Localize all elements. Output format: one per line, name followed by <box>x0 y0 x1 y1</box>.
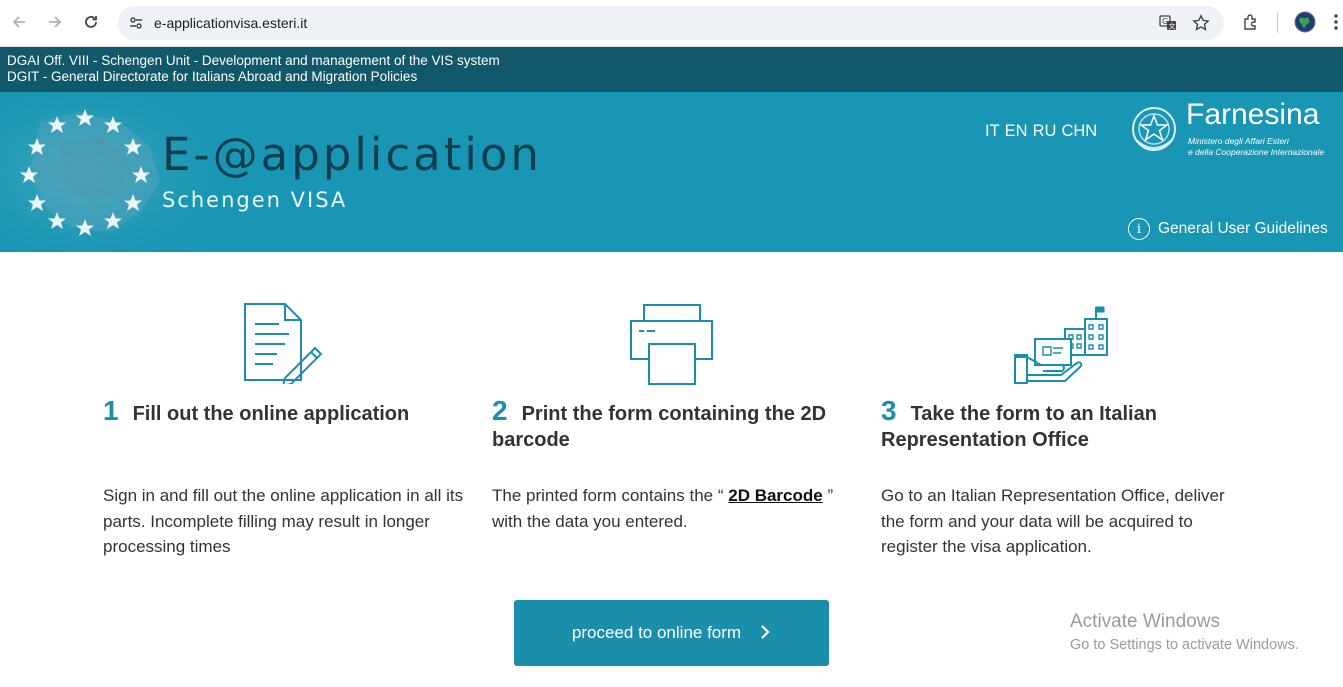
address-bar[interactable]: e-applicationvisa.esteri.it G文 <box>118 6 1224 40</box>
info-line-2: DGIT - General Directorate for Italians … <box>7 69 418 84</box>
user-guidelines-link[interactable]: i General User Guidelines <box>1128 218 1328 240</box>
lang-chn-link[interactable]: CHN <box>1061 122 1097 140</box>
lang-ru-link[interactable]: RU <box>1033 122 1057 140</box>
activate-windows-watermark: Activate Windows Go to Settings to activ… <box>1070 611 1299 653</box>
info-line-1: DGAI Off. VIII - Schengen Unit - Develop… <box>7 53 500 68</box>
guidelines-label: General User Guidelines <box>1158 220 1328 237</box>
step-3-number: 3 <box>881 395 897 426</box>
step-3-heading: 3 Take the form to an Italian Representat… <box>881 395 1251 453</box>
step-2-heading: 2 Print the form containing the 2D barcod… <box>492 395 862 453</box>
more-menu-icon[interactable] <box>1330 11 1342 33</box>
app-title: E-@application <box>162 128 542 181</box>
step-2-title: Print the form containing the 2D barcode <box>492 403 827 451</box>
toolbar-separator <box>1277 13 1278 33</box>
step-1-description: Sign in and fill out the online applicat… <box>103 486 464 556</box>
app-subtitle: Schengen VISA <box>162 188 348 212</box>
document-pencil-icon <box>244 303 323 384</box>
step-2-number: 2 <box>492 395 508 426</box>
lang-en-link[interactable]: EN <box>1005 122 1028 140</box>
bookmark-star-icon[interactable] <box>1191 13 1211 33</box>
step-2-text-before: The printed form contains the “ <box>492 486 729 505</box>
reload-icon[interactable] <box>80 11 102 33</box>
profile-avatar-icon[interactable] <box>1294 11 1316 33</box>
proceed-button-label: proceed to online form <box>571 623 742 642</box>
back-arrow-icon[interactable] <box>8 11 30 33</box>
site-settings-icon[interactable] <box>126 13 146 33</box>
watermark-line-2: Go to Settings to activate Windows. <box>1070 637 1299 653</box>
step-3-description: Go to an Italian Representation Office, … <box>881 486 1225 556</box>
ministry-info-bar: DGAI Off. VIII - Schengen Unit - Develop… <box>0 47 1343 92</box>
step-1-title: Fill out the online application <box>132 403 410 425</box>
language-selector: IT EN RU CHN <box>985 122 1102 141</box>
step-2-description: The printed form contains the “ 2D Barco… <box>492 483 857 534</box>
lang-it-link[interactable]: IT <box>985 122 1000 140</box>
logo-subtitle-line-2: e della Cooperazione Internazionale <box>1188 147 1325 157</box>
farnesina-logo-subtitle: Ministero degli Affari Esteri e della Co… <box>1188 136 1338 158</box>
browser-toolbar: e-applicationvisa.esteri.it G文 <box>0 0 1343 47</box>
proceed-to-online-form-button[interactable]: proceed to online form <box>514 600 829 666</box>
translate-icon[interactable]: G文 <box>1158 13 1178 33</box>
forward-arrow-icon[interactable] <box>44 11 66 33</box>
step-1-number: 1 <box>103 395 119 426</box>
watermark-line-1: Activate Windows <box>1070 611 1220 632</box>
header-banner: E-@application Schengen VISA IT EN RU CHN F… <box>0 92 1343 252</box>
logo-subtitle-line-1: Ministero degli Affari Esteri <box>1188 136 1289 146</box>
italian-emblem-icon[interactable] <box>1130 100 1178 158</box>
url-text[interactable]: e-applicationvisa.esteri.it <box>154 15 307 31</box>
step-3-title: Take the form to an Italian Representati… <box>881 403 1157 451</box>
farnesina-logo-text[interactable]: Farnesina <box>1186 98 1319 132</box>
extensions-icon[interactable] <box>1240 11 1262 33</box>
hand-building-icon <box>1014 306 1108 384</box>
step-1-heading: 1 Fill out the online application <box>103 395 473 427</box>
info-icon: i <box>1128 218 1150 240</box>
2d-barcode-link[interactable]: 2D Barcode <box>728 486 822 505</box>
chevron-right-icon <box>759 620 771 646</box>
svg-text:文: 文 <box>1169 22 1176 31</box>
printer-icon <box>630 304 713 385</box>
